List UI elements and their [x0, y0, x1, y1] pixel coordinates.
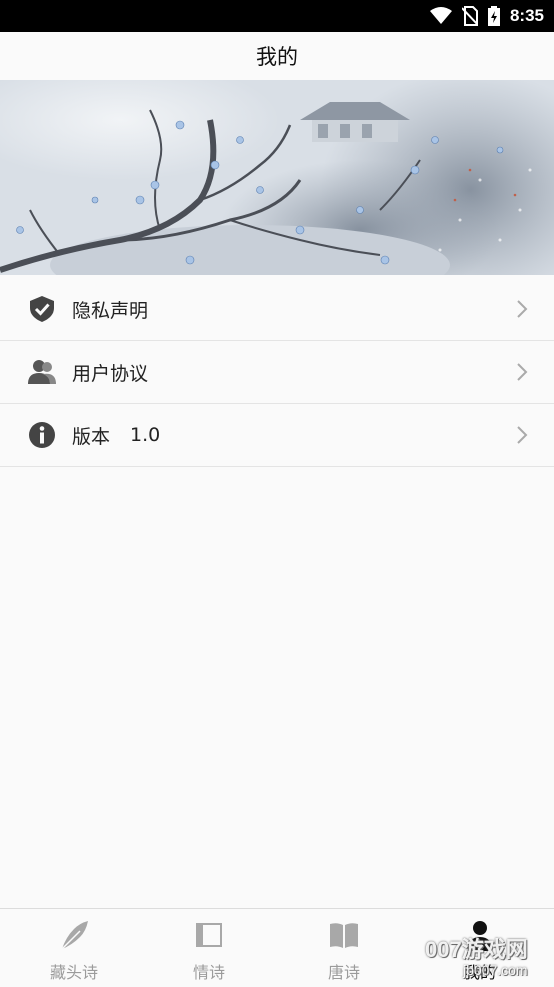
watermark-top: 007游戏网 [425, 937, 528, 962]
tab-tang-poems[interactable]: 唐诗 [294, 909, 394, 987]
version-value: 1.0 [130, 424, 161, 446]
menu-item-user-agreement[interactable]: 用户协议 [0, 341, 554, 404]
menu-item-label: 隐私声明 [72, 299, 149, 322]
tab-acrostic[interactable]: 藏头诗 [24, 909, 124, 987]
feather-icon [61, 921, 88, 950]
wifi-icon [429, 7, 452, 24]
no-sim-icon [461, 6, 478, 26]
title-bar: 我的 [0, 32, 554, 80]
status-icons: 8:35 [429, 0, 544, 32]
tab-love-poems[interactable]: 情诗 [159, 909, 259, 987]
banner-illustration [0, 80, 554, 275]
tab-label: 藏头诗 [49, 963, 98, 982]
menu-item-label: 用户协议 [72, 362, 149, 385]
page-title: 我的 [256, 45, 298, 69]
settings-menu: 隐私声明 用户协议 版本 1.0 [0, 278, 554, 467]
site-watermark: 007游戏网 jb007.com [425, 932, 554, 986]
book-icon [196, 923, 222, 947]
tab-label: 唐诗 [327, 963, 360, 982]
chevron-right-icon [517, 426, 528, 444]
users-icon [28, 360, 56, 384]
menu-item-label: 版本 [72, 425, 111, 448]
ink-painting-banner [0, 80, 554, 275]
shield-check-icon [30, 296, 54, 322]
watermark-bottom: jb007.com [463, 962, 528, 978]
info-icon [29, 422, 55, 448]
status-bar: 8:35 [0, 0, 554, 32]
menu-item-privacy[interactable]: 隐私声明 [0, 278, 554, 341]
menu-item-version[interactable]: 版本 1.0 [0, 404, 554, 467]
chevron-right-icon [517, 300, 528, 318]
battery-charging-icon [487, 6, 500, 26]
tab-label: 情诗 [192, 963, 225, 982]
open-book-icon [330, 923, 358, 948]
status-time: 8:35 [509, 6, 544, 25]
chevron-right-icon [517, 363, 528, 381]
